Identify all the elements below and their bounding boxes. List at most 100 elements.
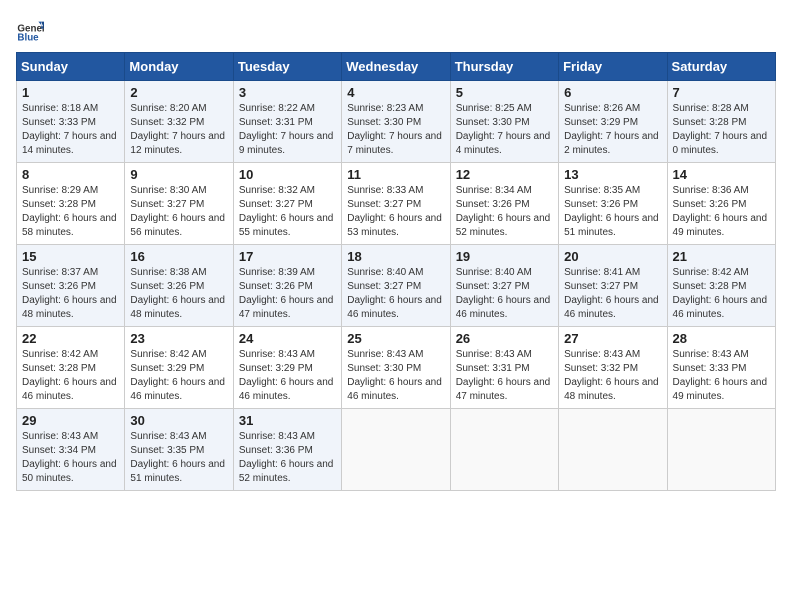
- day-detail: Sunrise: 8:39 AMSunset: 3:26 PMDaylight:…: [239, 266, 336, 322]
- day-number: 29: [22, 413, 119, 428]
- day-number: 24: [239, 331, 336, 346]
- day-detail: Sunrise: 8:41 AMSunset: 3:27 PMDaylight:…: [564, 266, 661, 322]
- day-number: 3: [239, 85, 336, 100]
- day-cell: 26 Sunrise: 8:43 AMSunset: 3:31 PMDaylig…: [450, 327, 558, 409]
- column-header-tuesday: Tuesday: [233, 53, 341, 81]
- day-cell: 4 Sunrise: 8:23 AMSunset: 3:30 PMDayligh…: [342, 81, 450, 163]
- day-number: 2: [130, 85, 227, 100]
- day-detail: Sunrise: 8:43 AMSunset: 3:32 PMDaylight:…: [564, 348, 661, 404]
- day-detail: Sunrise: 8:22 AMSunset: 3:31 PMDaylight:…: [239, 102, 336, 158]
- day-detail: Sunrise: 8:42 AMSunset: 3:29 PMDaylight:…: [130, 348, 227, 404]
- day-number: 14: [673, 167, 770, 182]
- header-row: SundayMondayTuesdayWednesdayThursdayFrid…: [17, 53, 776, 81]
- day-number: 31: [239, 413, 336, 428]
- day-cell: 21 Sunrise: 8:42 AMSunset: 3:28 PMDaylig…: [667, 245, 775, 327]
- day-number: 9: [130, 167, 227, 182]
- day-cell: 3 Sunrise: 8:22 AMSunset: 3:31 PMDayligh…: [233, 81, 341, 163]
- day-cell: 16 Sunrise: 8:38 AMSunset: 3:26 PMDaylig…: [125, 245, 233, 327]
- day-cell: 28 Sunrise: 8:43 AMSunset: 3:33 PMDaylig…: [667, 327, 775, 409]
- day-number: 22: [22, 331, 119, 346]
- logo-icon: General Blue: [16, 16, 44, 44]
- day-detail: Sunrise: 8:43 AMSunset: 3:29 PMDaylight:…: [239, 348, 336, 404]
- day-number: 26: [456, 331, 553, 346]
- day-cell: 8 Sunrise: 8:29 AMSunset: 3:28 PMDayligh…: [17, 163, 125, 245]
- day-detail: Sunrise: 8:34 AMSunset: 3:26 PMDaylight:…: [456, 184, 553, 240]
- calendar-table: SundayMondayTuesdayWednesdayThursdayFrid…: [16, 52, 776, 491]
- day-number: 7: [673, 85, 770, 100]
- day-cell: 6 Sunrise: 8:26 AMSunset: 3:29 PMDayligh…: [559, 81, 667, 163]
- day-cell: 2 Sunrise: 8:20 AMSunset: 3:32 PMDayligh…: [125, 81, 233, 163]
- day-cell: [342, 409, 450, 491]
- day-number: 11: [347, 167, 444, 182]
- day-detail: Sunrise: 8:23 AMSunset: 3:30 PMDaylight:…: [347, 102, 444, 158]
- day-detail: Sunrise: 8:29 AMSunset: 3:28 PMDaylight:…: [22, 184, 119, 240]
- day-detail: Sunrise: 8:18 AMSunset: 3:33 PMDaylight:…: [22, 102, 119, 158]
- day-cell: [450, 409, 558, 491]
- day-cell: 22 Sunrise: 8:42 AMSunset: 3:28 PMDaylig…: [17, 327, 125, 409]
- week-row-1: 1 Sunrise: 8:18 AMSunset: 3:33 PMDayligh…: [17, 81, 776, 163]
- day-cell: 7 Sunrise: 8:28 AMSunset: 3:28 PMDayligh…: [667, 81, 775, 163]
- day-cell: 12 Sunrise: 8:34 AMSunset: 3:26 PMDaylig…: [450, 163, 558, 245]
- day-cell: 9 Sunrise: 8:30 AMSunset: 3:27 PMDayligh…: [125, 163, 233, 245]
- day-number: 6: [564, 85, 661, 100]
- day-detail: Sunrise: 8:32 AMSunset: 3:27 PMDaylight:…: [239, 184, 336, 240]
- column-header-monday: Monday: [125, 53, 233, 81]
- day-detail: Sunrise: 8:36 AMSunset: 3:26 PMDaylight:…: [673, 184, 770, 240]
- day-cell: 25 Sunrise: 8:43 AMSunset: 3:30 PMDaylig…: [342, 327, 450, 409]
- day-detail: Sunrise: 8:38 AMSunset: 3:26 PMDaylight:…: [130, 266, 227, 322]
- day-cell: 14 Sunrise: 8:36 AMSunset: 3:26 PMDaylig…: [667, 163, 775, 245]
- day-detail: Sunrise: 8:35 AMSunset: 3:26 PMDaylight:…: [564, 184, 661, 240]
- day-cell: 31 Sunrise: 8:43 AMSunset: 3:36 PMDaylig…: [233, 409, 341, 491]
- day-cell: [559, 409, 667, 491]
- column-header-thursday: Thursday: [450, 53, 558, 81]
- day-cell: 30 Sunrise: 8:43 AMSunset: 3:35 PMDaylig…: [125, 409, 233, 491]
- day-number: 8: [22, 167, 119, 182]
- day-number: 13: [564, 167, 661, 182]
- column-header-friday: Friday: [559, 53, 667, 81]
- day-detail: Sunrise: 8:40 AMSunset: 3:27 PMDaylight:…: [347, 266, 444, 322]
- day-cell: 1 Sunrise: 8:18 AMSunset: 3:33 PMDayligh…: [17, 81, 125, 163]
- day-detail: Sunrise: 8:26 AMSunset: 3:29 PMDaylight:…: [564, 102, 661, 158]
- day-detail: Sunrise: 8:43 AMSunset: 3:34 PMDaylight:…: [22, 430, 119, 486]
- day-number: 17: [239, 249, 336, 264]
- day-cell: 10 Sunrise: 8:32 AMSunset: 3:27 PMDaylig…: [233, 163, 341, 245]
- svg-text:Blue: Blue: [17, 33, 39, 44]
- week-row-2: 8 Sunrise: 8:29 AMSunset: 3:28 PMDayligh…: [17, 163, 776, 245]
- column-header-sunday: Sunday: [17, 53, 125, 81]
- column-header-wednesday: Wednesday: [342, 53, 450, 81]
- logo: General Blue: [16, 16, 48, 44]
- day-number: 12: [456, 167, 553, 182]
- day-detail: Sunrise: 8:25 AMSunset: 3:30 PMDaylight:…: [456, 102, 553, 158]
- day-detail: Sunrise: 8:43 AMSunset: 3:36 PMDaylight:…: [239, 430, 336, 486]
- day-detail: Sunrise: 8:42 AMSunset: 3:28 PMDaylight:…: [22, 348, 119, 404]
- column-header-saturday: Saturday: [667, 53, 775, 81]
- day-detail: Sunrise: 8:43 AMSunset: 3:33 PMDaylight:…: [673, 348, 770, 404]
- day-number: 5: [456, 85, 553, 100]
- day-cell: [667, 409, 775, 491]
- day-detail: Sunrise: 8:40 AMSunset: 3:27 PMDaylight:…: [456, 266, 553, 322]
- day-cell: 29 Sunrise: 8:43 AMSunset: 3:34 PMDaylig…: [17, 409, 125, 491]
- day-cell: 18 Sunrise: 8:40 AMSunset: 3:27 PMDaylig…: [342, 245, 450, 327]
- day-cell: 23 Sunrise: 8:42 AMSunset: 3:29 PMDaylig…: [125, 327, 233, 409]
- day-number: 10: [239, 167, 336, 182]
- day-detail: Sunrise: 8:43 AMSunset: 3:35 PMDaylight:…: [130, 430, 227, 486]
- day-cell: 5 Sunrise: 8:25 AMSunset: 3:30 PMDayligh…: [450, 81, 558, 163]
- day-number: 15: [22, 249, 119, 264]
- day-detail: Sunrise: 8:33 AMSunset: 3:27 PMDaylight:…: [347, 184, 444, 240]
- day-number: 4: [347, 85, 444, 100]
- day-number: 28: [673, 331, 770, 346]
- day-cell: 24 Sunrise: 8:43 AMSunset: 3:29 PMDaylig…: [233, 327, 341, 409]
- day-cell: 15 Sunrise: 8:37 AMSunset: 3:26 PMDaylig…: [17, 245, 125, 327]
- day-number: 19: [456, 249, 553, 264]
- header: General Blue: [16, 16, 776, 44]
- day-cell: 20 Sunrise: 8:41 AMSunset: 3:27 PMDaylig…: [559, 245, 667, 327]
- day-number: 16: [130, 249, 227, 264]
- day-cell: 27 Sunrise: 8:43 AMSunset: 3:32 PMDaylig…: [559, 327, 667, 409]
- day-detail: Sunrise: 8:43 AMSunset: 3:30 PMDaylight:…: [347, 348, 444, 404]
- day-number: 20: [564, 249, 661, 264]
- day-number: 25: [347, 331, 444, 346]
- week-row-3: 15 Sunrise: 8:37 AMSunset: 3:26 PMDaylig…: [17, 245, 776, 327]
- day-number: 1: [22, 85, 119, 100]
- day-cell: 13 Sunrise: 8:35 AMSunset: 3:26 PMDaylig…: [559, 163, 667, 245]
- week-row-4: 22 Sunrise: 8:42 AMSunset: 3:28 PMDaylig…: [17, 327, 776, 409]
